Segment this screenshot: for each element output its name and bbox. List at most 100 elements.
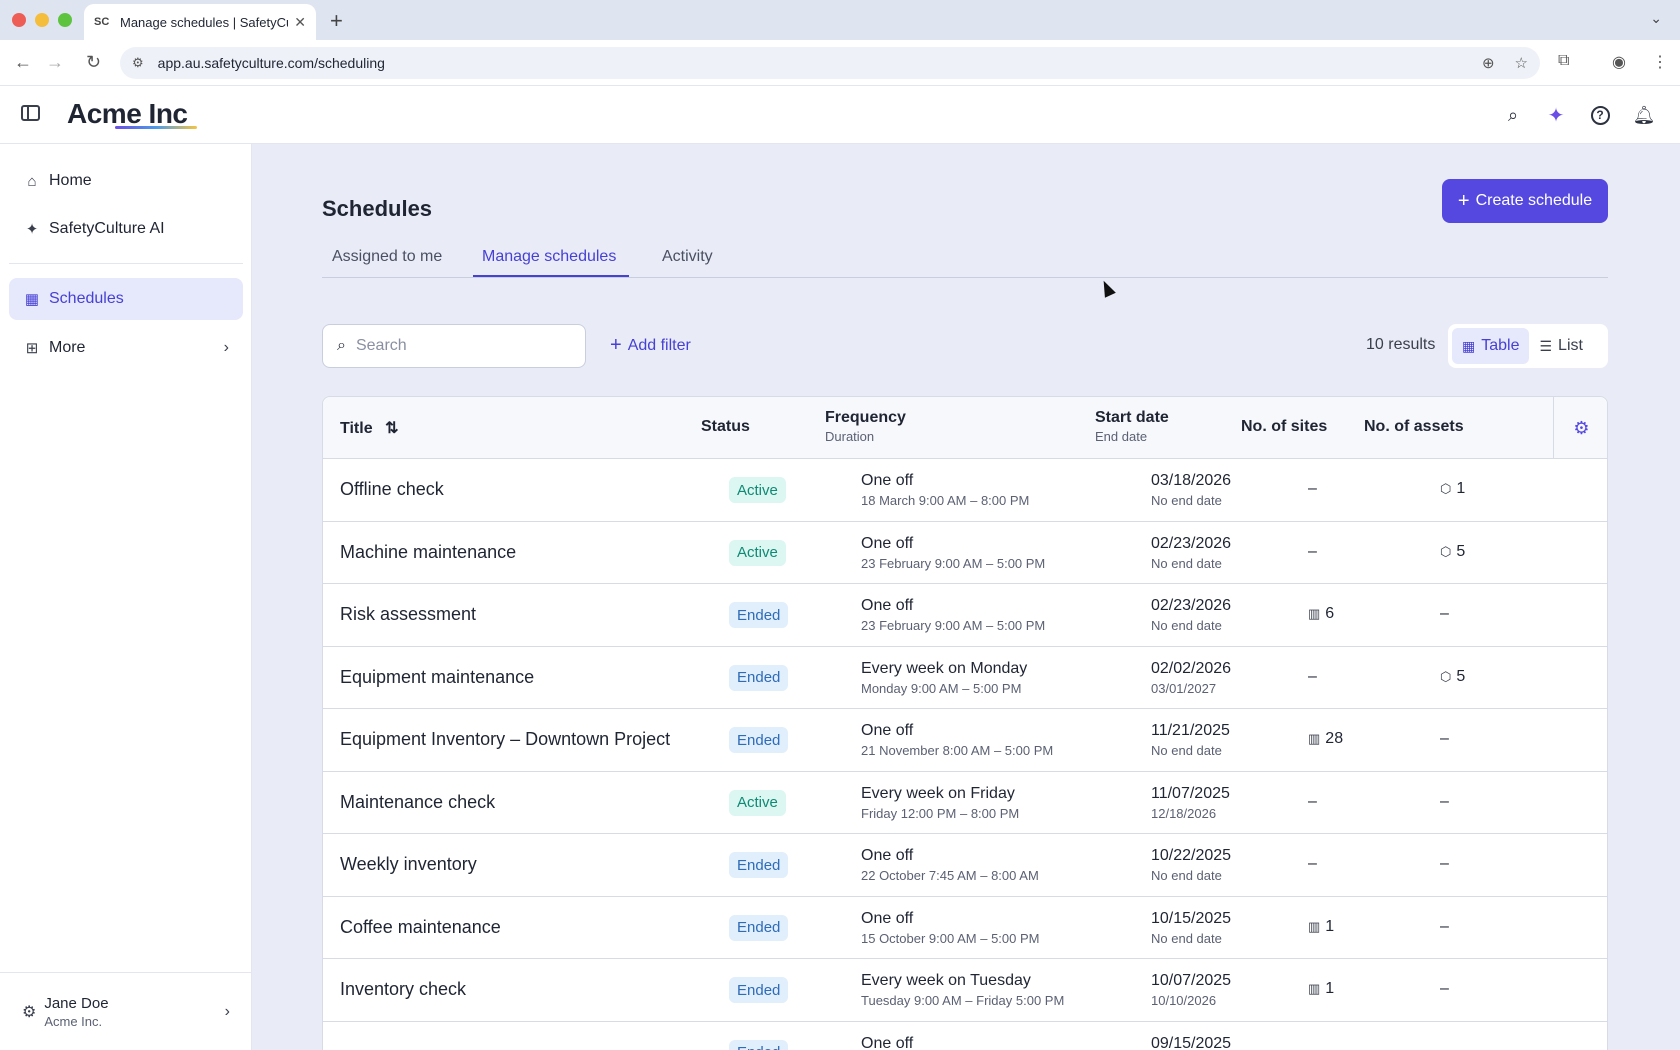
column-header-frequency: Frequency Duration — [825, 409, 906, 444]
sidebar-item-home[interactable]: ⌂ Home — [9, 160, 243, 202]
sidebar-item-more[interactable]: ⊞ More › — [9, 327, 243, 369]
column-header-title[interactable]: Title ⇅ — [340, 418, 398, 438]
duration-text: 23 February 9:00 AM – 5:00 PM — [861, 555, 1046, 571]
add-filter-button[interactable]: + Add filter — [610, 334, 691, 357]
table-row[interactable]: Equipment maintenance Ended Every week on … — [323, 647, 1607, 709]
plus-icon: + — [610, 334, 622, 356]
table-row[interactable]: Machine maintenance Active One off 23 Febru… — [323, 522, 1607, 584]
notifications-bell-icon[interactable]: 🔔︎ — [1633, 104, 1656, 126]
page-title: Schedules — [322, 196, 433, 221]
frequency-text: Every week on Monday — [861, 659, 1028, 677]
column-title-label: Title — [340, 420, 373, 437]
close-window-button[interactable] — [12, 13, 26, 27]
status-badge: Ended — [729, 727, 789, 753]
minimize-window-button[interactable] — [35, 13, 49, 27]
end-date-text: No end date — [1151, 930, 1222, 946]
schedule-title[interactable]: Offline check — [340, 479, 444, 500]
new-tab-button[interactable]: + — [330, 8, 343, 34]
sidebar-toggle-icon[interactable] — [21, 105, 40, 121]
sidebar-item-label: Schedules — [49, 290, 124, 307]
duration-text: Tuesday 9:00 AM – Friday 5:00 PM — [861, 993, 1065, 1008]
status-badge: Ended — [729, 852, 789, 878]
frequency-text: One off — [861, 1034, 914, 1050]
frequency-text: One off — [861, 472, 914, 489]
zoom-icon[interactable]: ⊕ — [1482, 54, 1495, 72]
sites-cell: – — [1308, 668, 1317, 686]
schedule-title[interactable]: Risk assessment — [340, 604, 476, 625]
address-bar[interactable]: ⚙ app.au.safetyculture.com/scheduling ⊕ … — [120, 47, 1540, 79]
sites-count: – — [1308, 667, 1317, 685]
schedule-title[interactable]: Maintenance check — [340, 792, 495, 813]
column-header-sites: No. of sites — [1241, 418, 1328, 435]
search-input[interactable] — [355, 337, 556, 355]
favicon-icon: SC — [94, 16, 110, 28]
table-row[interactable]: Equipment Inventory – Downtown Project En… — [323, 709, 1607, 772]
table-view-button[interactable]: ▦ Table — [1452, 328, 1530, 364]
asset-cube-icon: ⬡ — [1440, 481, 1452, 496]
start-date-text: 02/23/2026 — [1151, 534, 1232, 552]
sites-cell: – — [1308, 793, 1317, 811]
status-badge: Ended — [729, 1039, 789, 1050]
user-menu[interactable]: ⚙ Jane Doe Acme Inc. › — [0, 972, 252, 1050]
list-view-label: List — [1558, 337, 1583, 354]
sidebar-item-safetyculture-ai[interactable]: ✦ SafetyCulture AI — [9, 208, 243, 250]
sort-icon[interactable]: ⇅ — [385, 420, 398, 437]
schedule-title[interactable]: Machine maintenance — [340, 542, 516, 563]
main-content: Schedules + Create schedule Assigned to … — [252, 144, 1680, 1050]
tab-manage-schedules[interactable]: Manage schedules — [482, 248, 616, 266]
end-date-text: 12/18/2026 — [1151, 805, 1217, 821]
url-text[interactable]: app.au.safetyculture.com/scheduling — [158, 55, 1462, 71]
schedule-title[interactable]: Weekly inventory — [340, 854, 477, 875]
column-duration-label: Duration — [825, 429, 875, 444]
table-view-label: Table — [1481, 337, 1520, 354]
schedule-title[interactable]: Equipment maintenance — [340, 667, 534, 688]
table-row[interactable]: Ended One off 09/15/2025 — [323, 1022, 1607, 1050]
list-view-button[interactable]: ☰ List — [1529, 328, 1592, 364]
grid-icon: ⊞ — [25, 340, 39, 357]
assets-count: – — [1440, 730, 1449, 747]
schedule-title[interactable]: Equipment Inventory – Downtown Project — [340, 729, 670, 750]
maximize-window-button[interactable] — [58, 13, 72, 27]
table-row[interactable]: Coffee maintenance Ended One off 15 October… — [323, 897, 1607, 959]
help-icon[interactable]: ? — [1589, 104, 1611, 126]
forward-icon[interactable]: → — [46, 52, 64, 73]
start-date-text: 10/07/2025 — [1151, 972, 1232, 989]
column-settings-gear-icon[interactable]: ⚙ — [1553, 397, 1609, 459]
view-toggle: ▦ Table ☰ List — [1448, 324, 1608, 368]
close-tab-icon[interactable]: ✕ — [294, 14, 306, 31]
tab-search-icon[interactable]: ⌄ — [1650, 10, 1662, 27]
end-date-text: No end date — [1151, 493, 1222, 508]
schedules-table: Title ⇅ Status Frequency Duration Start … — [322, 396, 1608, 1050]
schedule-title[interactable]: Coffee maintenance — [340, 917, 501, 938]
assets-count: – — [1440, 917, 1449, 935]
profile-icon[interactable]: ◉ — [1612, 52, 1626, 72]
assets-count: 1 — [1456, 480, 1466, 497]
table-row[interactable]: Risk assessment Ended One off 23 February 9… — [323, 584, 1607, 647]
table-row[interactable]: Inventory check Ended Every week on Tuesda… — [323, 959, 1607, 1022]
sites-count: 28 — [1325, 730, 1344, 747]
site-settings-icon[interactable]: ⚙ — [132, 55, 144, 71]
table-row[interactable]: Offline check Active One off 18 March 9:00 … — [323, 459, 1607, 522]
table-row[interactable]: Maintenance check Active Every week on Fri… — [323, 772, 1607, 834]
bookmark-star-icon[interactable]: ☆ — [1515, 54, 1528, 72]
tab-assigned-to-me[interactable]: Assigned to me — [332, 248, 442, 266]
create-schedule-label: Create schedule — [1475, 192, 1593, 209]
sidebar-item-schedules[interactable]: ▦ Schedules — [9, 278, 243, 320]
extensions-icon[interactable]: ⧉ — [1558, 52, 1569, 70]
browser-tab[interactable]: SC Manage schedules | SafetyCulture ✕ — [84, 4, 316, 40]
reload-icon[interactable]: ↻ — [86, 52, 101, 73]
browser-menu-icon[interactable]: ⋮ — [1652, 52, 1668, 72]
search-icon[interactable]: ⌕ — [1502, 104, 1524, 126]
back-icon[interactable]: ← — [14, 52, 32, 73]
tab-activity[interactable]: Activity — [662, 248, 713, 266]
app-header: Acme Inc ⌕ ✦ ? 🔔︎ — [0, 86, 1680, 144]
frequency-cell: One off 15 October 9:00 AM – 5:00 PM — [861, 910, 1040, 946]
search-box[interactable]: ⌕ — [322, 324, 586, 368]
sidebar: ⌂ Home ✦ SafetyCulture AI ▦ Schedules ⊞ … — [0, 144, 252, 1050]
assets-cell: ⬡ 1 — [1440, 480, 1465, 498]
schedule-title[interactable]: Inventory check — [340, 979, 466, 1000]
assets-cell: – — [1440, 980, 1449, 998]
ai-sparkle-icon[interactable]: ✦ — [1545, 104, 1567, 127]
table-row[interactable]: Weekly inventory Ended One off 22 October 7… — [323, 834, 1607, 897]
create-schedule-button[interactable]: + Create schedule — [1442, 179, 1608, 223]
